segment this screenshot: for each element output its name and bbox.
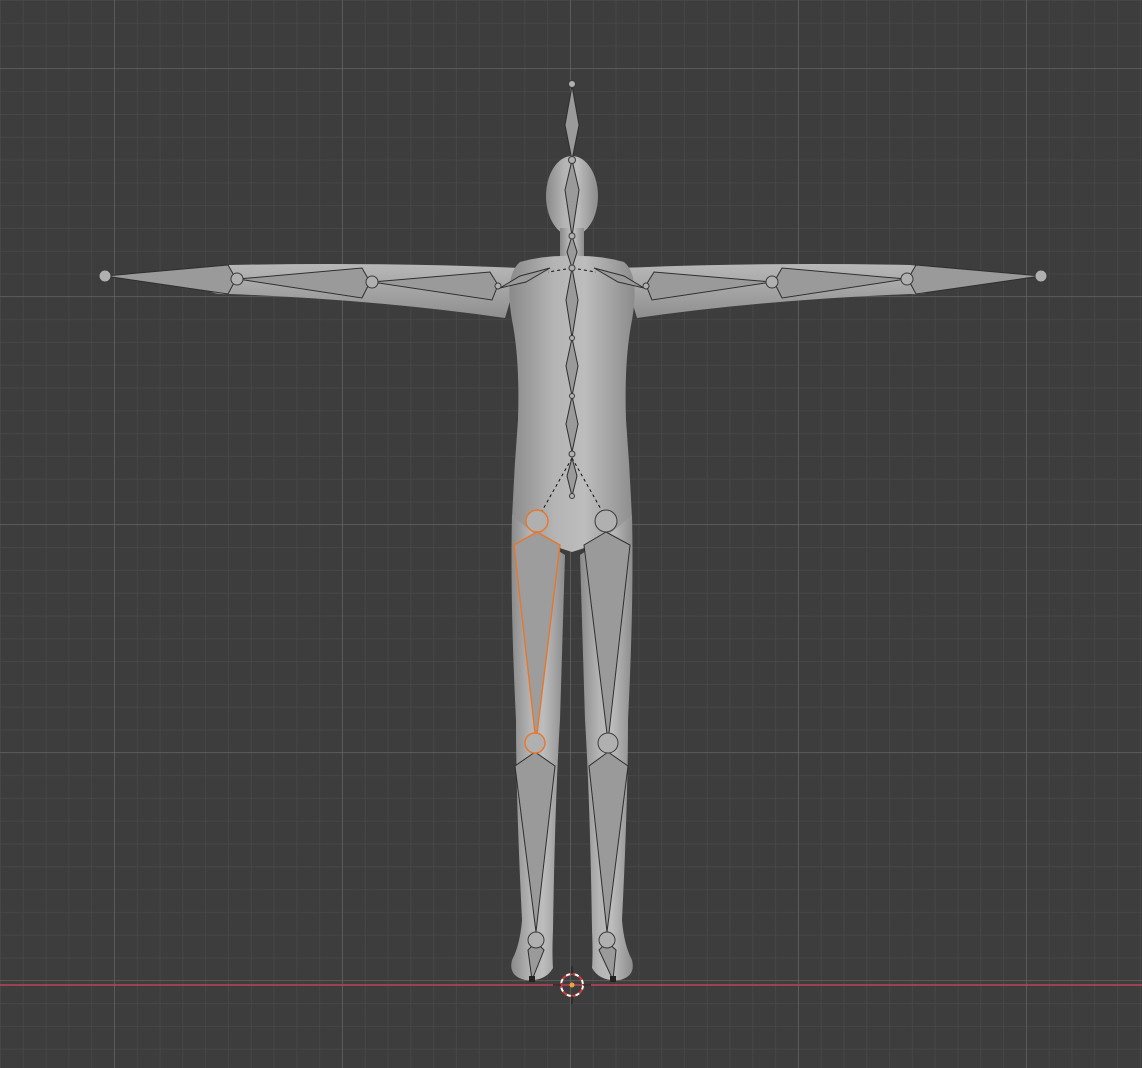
joint-shoulder-right[interactable]: [642, 282, 650, 290]
joint-elbow-left[interactable]: [365, 275, 379, 289]
joint-knee-right[interactable]: [597, 732, 619, 754]
joint-spine-mid[interactable]: [569, 393, 575, 399]
joint-hips[interactable]: [569, 493, 575, 499]
joint-toe-right[interactable]: [610, 976, 616, 982]
joint-hip-right[interactable]: [594, 509, 618, 533]
joint-toe-left[interactable]: [529, 976, 535, 982]
joint-head-tip[interactable]: [568, 80, 576, 88]
joint-chest[interactable]: [568, 264, 576, 272]
joint-ankle-right[interactable]: [598, 931, 616, 949]
joint-shoulder-left[interactable]: [494, 282, 502, 290]
hand-left-bone[interactable]: [104, 264, 237, 295]
joint-wrist-left[interactable]: [230, 272, 244, 286]
joint-spine-lower[interactable]: [568, 450, 576, 458]
3d-viewport[interactable]: [0, 0, 1142, 1068]
joint-hip-left[interactable]: [525, 509, 549, 533]
3d-cursor-icon[interactable]: [553, 966, 591, 1004]
hand-right-bone[interactable]: [907, 264, 1042, 295]
joint-spine-upper[interactable]: [569, 335, 575, 341]
joint-head[interactable]: [568, 156, 576, 164]
joint-neck[interactable]: [568, 232, 576, 240]
joint-ankle-left[interactable]: [527, 931, 545, 949]
joint-elbow-right[interactable]: [765, 275, 779, 289]
joint-knee-left[interactable]: [524, 732, 546, 754]
origin-icon: [569, 982, 575, 988]
joint-wrist-right[interactable]: [900, 272, 914, 286]
viewport-scene[interactable]: [0, 0, 1142, 1068]
joint-hand-tip-right[interactable]: [1034, 269, 1048, 283]
head-tip-bone[interactable]: [564, 85, 580, 161]
joint-hand-tip-left[interactable]: [98, 269, 112, 283]
